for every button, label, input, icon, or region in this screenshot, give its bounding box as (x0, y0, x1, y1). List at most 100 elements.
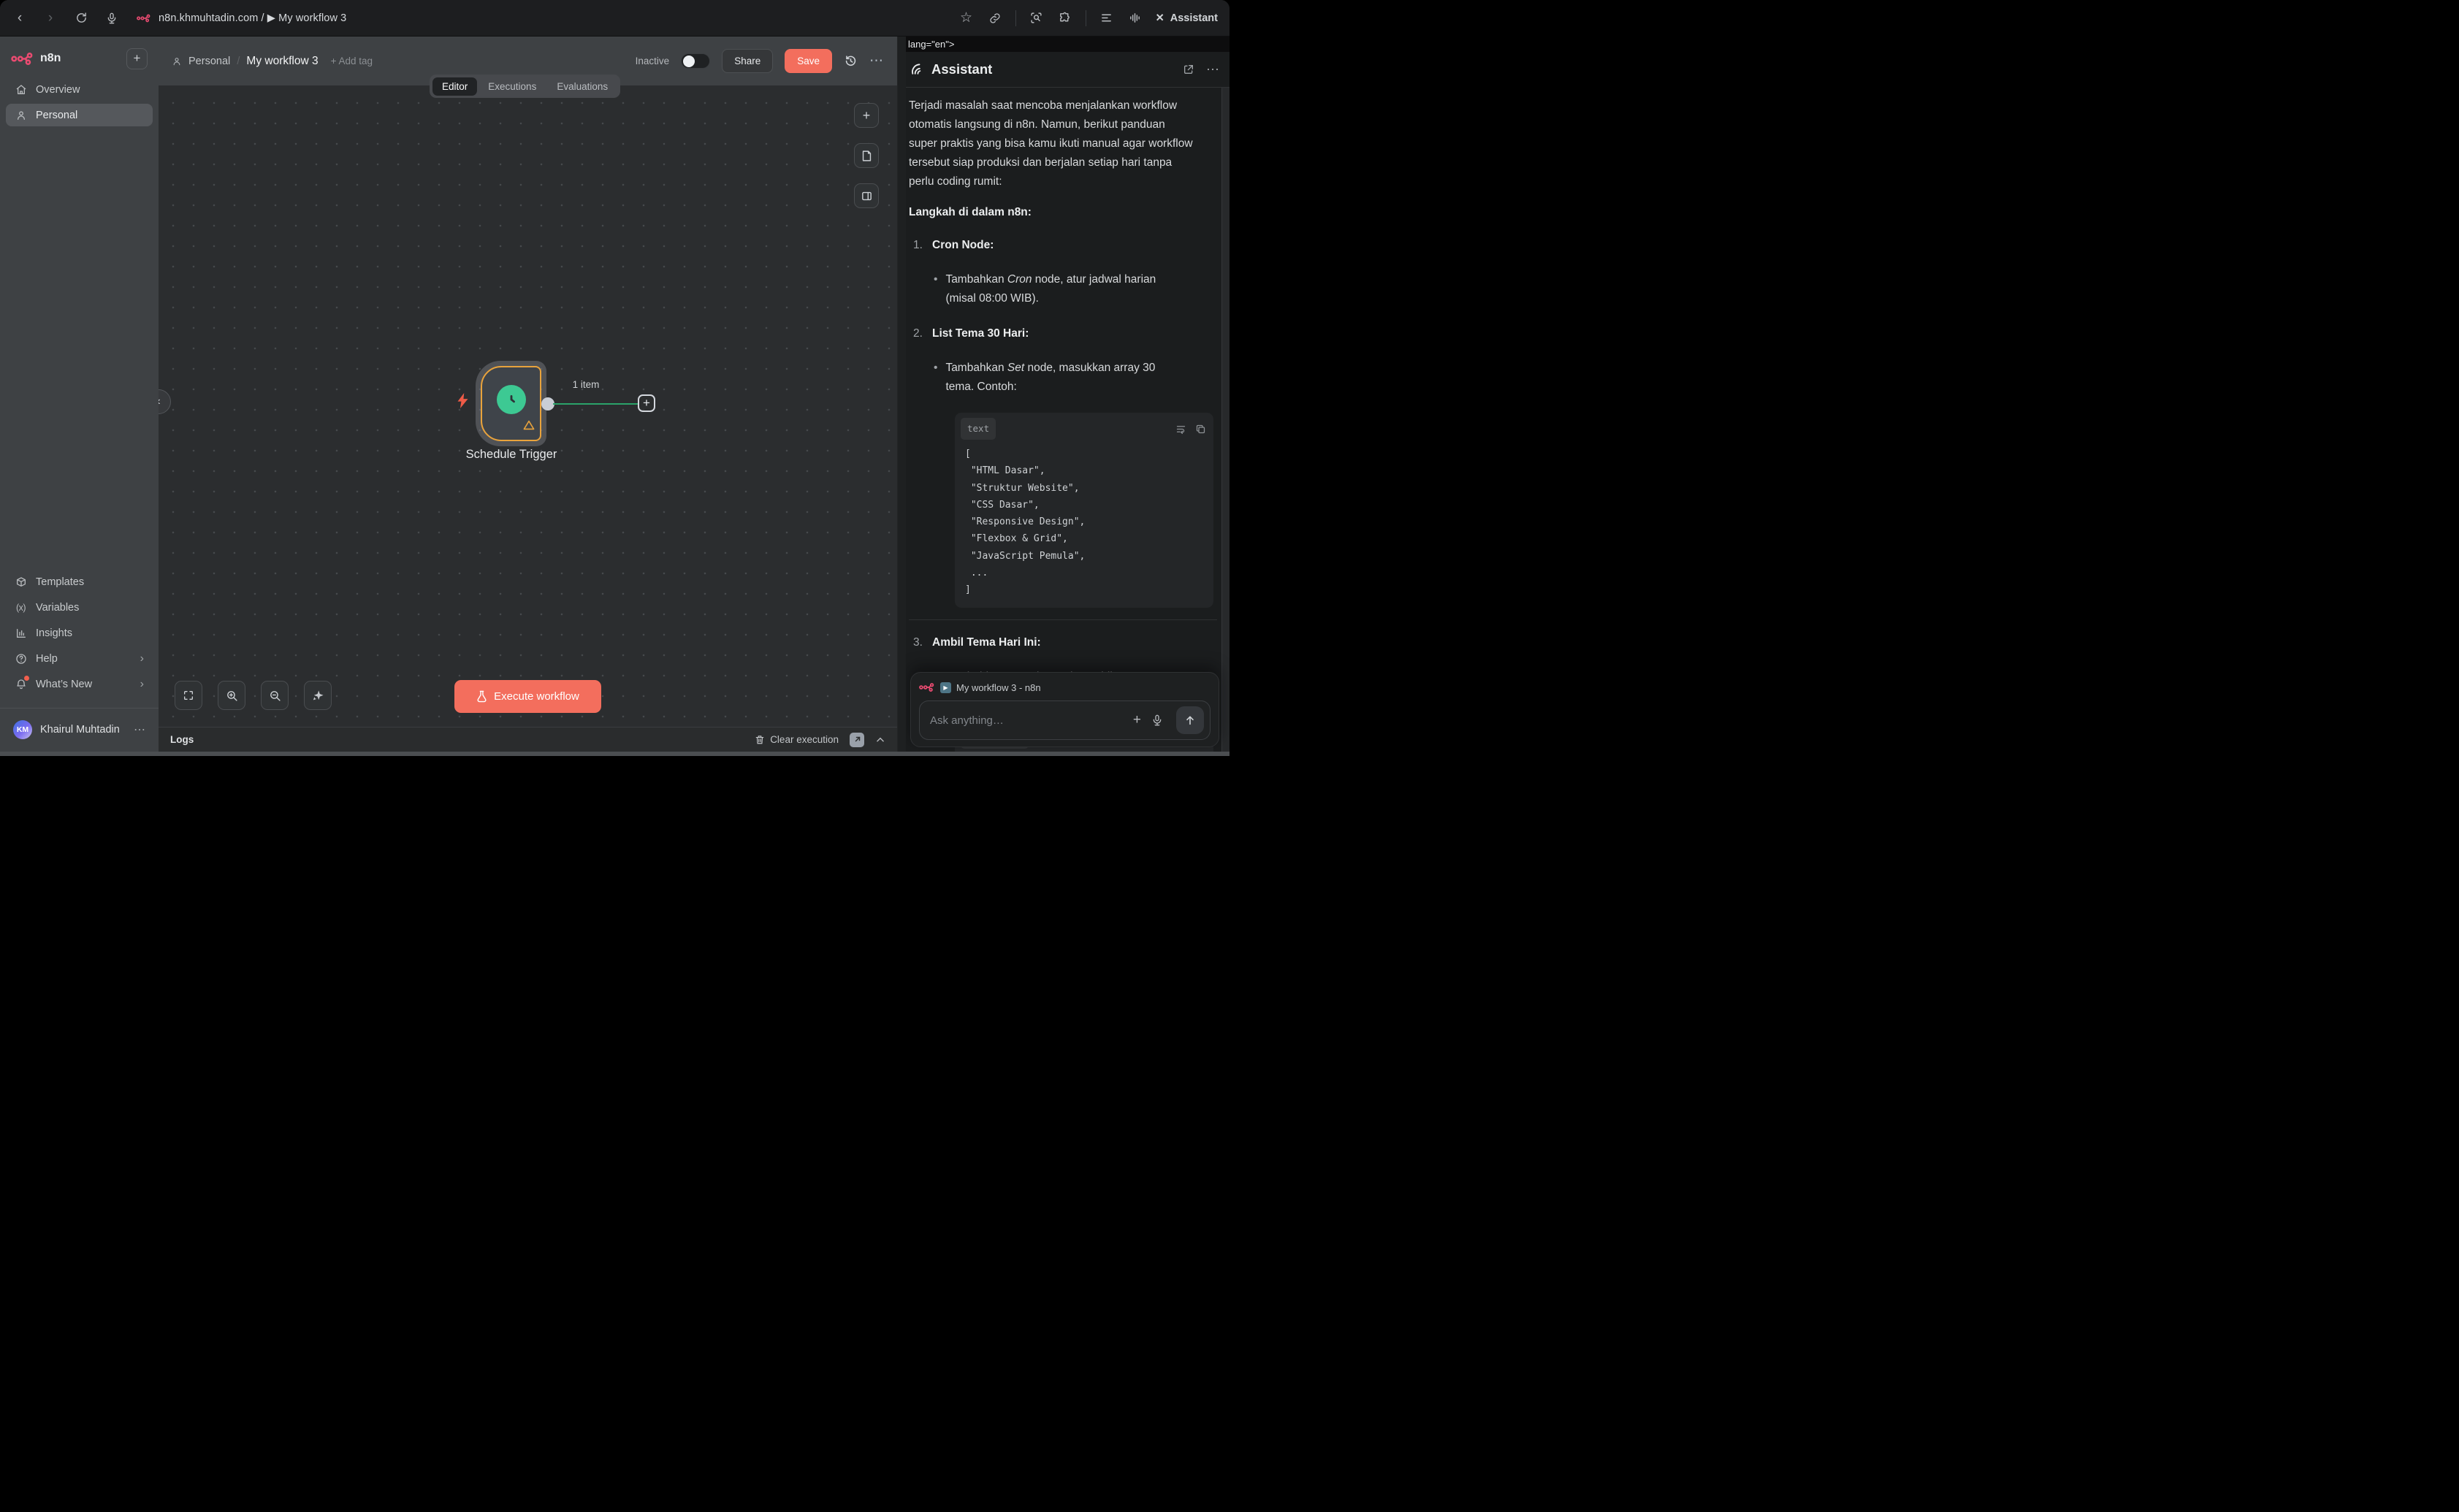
workflow-play-icon: ▶ (940, 682, 951, 693)
toggle-panel-button[interactable] (854, 183, 879, 208)
add-node-button[interactable]: + (854, 103, 879, 128)
workflow-menu-icon[interactable]: ⋯ (869, 54, 884, 68)
tidy-up-button[interactable] (304, 681, 332, 710)
copy-icon[interactable] (1195, 424, 1206, 435)
step-number: 2. (909, 324, 925, 343)
assistant-toggle-button[interactable]: ✕ Assistant (1156, 12, 1218, 24)
chevron-right-icon: › (140, 678, 144, 691)
zoom-in-button[interactable] (218, 681, 245, 710)
add-connected-node-button[interactable]: + (638, 394, 655, 412)
box-icon (15, 576, 27, 588)
context-chip[interactable]: ▶ My workflow 3 - n8n (919, 679, 1211, 695)
fit-view-icon (183, 690, 194, 701)
sidebar-item-overview[interactable]: Overview (6, 78, 153, 101)
back-icon[interactable]: ‹ (12, 10, 28, 26)
chevron-up-icon[interactable] (875, 735, 885, 745)
assistant-step: 3. Ambil Tema Hari Ini: (909, 633, 1217, 652)
sidebar-item-label: Overview (36, 84, 80, 96)
add-sticky-note-button[interactable] (854, 143, 879, 168)
user-options-icon[interactable]: ⋯ (134, 722, 145, 737)
flask-icon (476, 690, 487, 703)
editor-tabs: Editor Executions Evaluations (430, 75, 620, 98)
browser-window: ‹ › n8n.khmuhtadin.com / ▶ My workflow 3… (0, 0, 1230, 756)
n8n-logo-icon (919, 683, 935, 692)
assistant-scrollbar[interactable] (1221, 88, 1230, 752)
assistant-title: Assistant (931, 61, 992, 77)
assistant-paragraph: Terjadi masalah saat mencoba menjalankan… (909, 96, 1195, 191)
workflow-title[interactable]: My workflow 3 (246, 55, 318, 68)
home-icon (15, 83, 27, 96)
copy-link-icon[interactable] (987, 10, 1003, 26)
assistant-panel: lang="en"> Assistant ⋯ Terjadi masalah s… (906, 37, 1230, 752)
context-chip-label: My workflow 3 - n8n (956, 682, 1041, 693)
logs-bar[interactable]: Logs Clear execution (159, 727, 897, 752)
assistant-input[interactable] (930, 714, 1133, 727)
workflow-canvas[interactable]: ‹ + (159, 85, 897, 727)
extensions-puzzle-icon[interactable] (1057, 10, 1073, 26)
plus-icon: + (863, 108, 871, 123)
sidebar-item-templates[interactable]: Templates (6, 570, 153, 593)
note-icon (861, 150, 873, 162)
notification-dot (24, 676, 29, 681)
assistant-menu-icon[interactable]: ⋯ (1206, 62, 1219, 77)
arrow-up-icon (1184, 714, 1196, 726)
trash-icon (755, 734, 765, 745)
clear-execution-button[interactable]: Clear execution (755, 734, 839, 745)
fit-view-button[interactable] (175, 681, 202, 710)
bullet-icon: • (934, 359, 937, 397)
avatar: KM (13, 720, 32, 739)
n8n-logo[interactable]: n8n (11, 52, 61, 65)
breadcrumb-project[interactable]: Personal (188, 56, 230, 67)
user-menu[interactable]: KM Khairul Muhtadin ⋯ (6, 717, 153, 742)
send-button[interactable] (1176, 706, 1204, 734)
voice-waveform-icon[interactable] (1127, 10, 1143, 26)
sidebar-item-variables[interactable]: (x) Variables (6, 596, 153, 619)
sidebar-collapse-handle[interactable]: ‹ (159, 389, 171, 414)
open-logs-popout-icon[interactable] (850, 733, 864, 747)
open-in-new-icon[interactable] (1183, 64, 1194, 75)
execute-workflow-button[interactable]: Execute workflow (454, 680, 601, 713)
code-content[interactable]: [ "HTML Dasar", "Struktur Website", "CSS… (955, 443, 1213, 608)
zoom-out-button[interactable] (261, 681, 289, 710)
window-bottom-edge (0, 752, 1230, 756)
active-toggle[interactable] (681, 53, 710, 69)
save-button[interactable]: Save (785, 49, 832, 73)
tab-evaluations[interactable]: Evaluations (547, 77, 617, 96)
code-block-text: text [ "HTML Dasar", "Struktur Website",… (955, 413, 1213, 608)
n8n-favicon (136, 10, 152, 26)
sidebar-item-insights[interactable]: Insights (6, 622, 153, 644)
microphone-icon[interactable] (1151, 714, 1163, 726)
dom-overlay-strip: lang="en"> (906, 37, 1230, 52)
chevron-left-icon: ‹ (159, 395, 161, 408)
share-button[interactable]: Share (722, 49, 773, 73)
main-area: Personal / My workflow 3 + Add tag Inact… (159, 37, 897, 752)
connection-items-label: 1 item (553, 379, 619, 390)
assistant-input-card: ▶ My workflow 3 - n8n + (910, 672, 1219, 747)
bookmark-star-icon[interactable]: ☆ (958, 10, 975, 26)
forward-icon[interactable]: › (42, 10, 58, 26)
attach-plus-icon[interactable]: + (1133, 712, 1141, 728)
tab-executions[interactable]: Executions (479, 77, 546, 96)
assistant-section-heading: Langkah di dalam n8n: (909, 203, 1217, 222)
sidebar: n8n + Overview Personal Temp (0, 37, 159, 752)
step-number: 1. (909, 236, 925, 255)
reload-icon[interactable] (73, 10, 89, 26)
history-icon[interactable] (844, 54, 858, 68)
node-schedule-trigger[interactable] (481, 366, 541, 441)
code-language-chip: text (961, 418, 996, 440)
add-tag-button[interactable]: + Add tag (331, 56, 373, 66)
sidebar-item-personal[interactable]: Personal (6, 104, 153, 126)
sidebar-item-help[interactable]: Help › (6, 647, 153, 670)
new-workflow-button[interactable]: + (126, 48, 148, 69)
step-title: Cron Node: (932, 236, 994, 255)
tab-editor[interactable]: Editor (432, 77, 477, 96)
wrap-lines-icon[interactable] (1175, 424, 1186, 435)
page-scrollbar-gutter[interactable] (897, 37, 906, 752)
breadcrumb-separator: / (237, 55, 240, 67)
user-name: Khairul Muhtadin (40, 724, 120, 736)
microphone-icon[interactable] (104, 10, 120, 26)
sidebar-item-whats-new[interactable]: What’s New › (6, 673, 153, 695)
reader-mode-icon[interactable] (1099, 10, 1115, 26)
screenshot-search-icon[interactable] (1029, 10, 1045, 26)
address-bar[interactable]: n8n.khmuhtadin.com / ▶ My workflow 3 (136, 10, 346, 26)
